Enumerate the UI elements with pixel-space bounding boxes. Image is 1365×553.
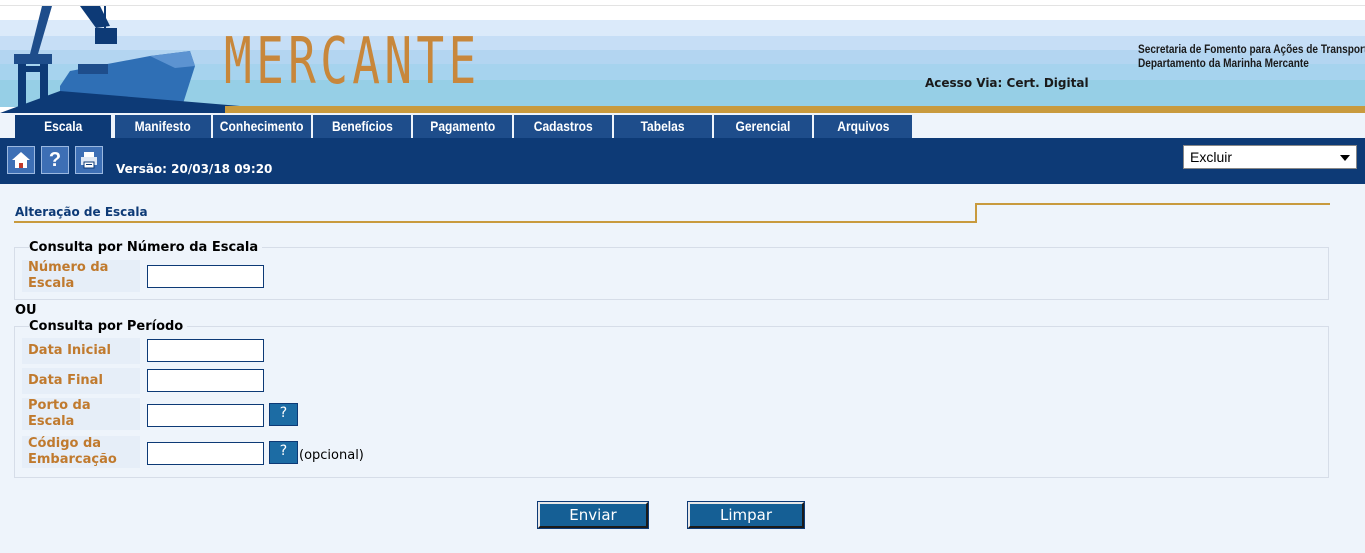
port-input[interactable] [147, 404, 264, 427]
port-lookup-button[interactable]: ? [269, 403, 298, 426]
toolbar: ? Versão: 20/03/18 09:20 Excluir [0, 138, 1365, 184]
title-line-upper [975, 203, 1330, 205]
print-icon [81, 152, 97, 169]
main-tabs: Escala Manifesto Conhecimento Benefícios… [0, 113, 1365, 138]
ministry-line-1: Secretaria de Fomento para Ações de Tran… [1138, 42, 1365, 56]
help-icon: ? [48, 149, 62, 171]
port-label: Porto da Escala [22, 398, 140, 430]
tab-manifesto[interactable]: Manifesto [115, 115, 213, 138]
start-date-input[interactable] [147, 339, 264, 362]
or-label: OU [15, 303, 37, 318]
tab-gerencial[interactable]: Gerencial [714, 115, 814, 138]
tab-escala[interactable]: Escala [15, 115, 113, 138]
print-button[interactable] [75, 146, 103, 174]
header-banner: MERCANTE Secretaria de Fomento para Açõe… [0, 0, 1365, 113]
action-select-value: Excluir [1190, 149, 1233, 165]
ministry-line-2: Departamento da Marinha Mercante [1138, 56, 1309, 70]
optional-note: (opcional) [299, 448, 364, 463]
banner-gold-bar [225, 106, 1365, 113]
submit-button[interactable]: Enviar [537, 501, 649, 529]
home-button[interactable] [7, 146, 35, 174]
end-date-label: Data Final [22, 368, 140, 394]
escala-number-input[interactable] [147, 265, 264, 288]
start-date-label: Data Inicial [22, 338, 140, 364]
home-icon [12, 152, 30, 168]
page-title: Alteração de Escala [15, 205, 148, 219]
clear-button[interactable]: Limpar [687, 501, 805, 529]
ministry-name: Secretaria de Fomento para Ações de Tran… [1138, 42, 1365, 70]
ship-crane-logo-icon [0, 6, 240, 113]
access-mode: Acesso Via: Cert. Digital [925, 76, 1089, 90]
tab-arquivos[interactable]: Arquivos [814, 115, 914, 138]
title-underline [14, 221, 977, 223]
vessel-code-label: Código da Embarcação [22, 436, 140, 468]
end-date-input[interactable] [147, 369, 264, 392]
tab-tabelas[interactable]: Tabelas [614, 115, 714, 138]
tab-conhecimento[interactable]: Conhecimento [213, 115, 313, 138]
escala-number-label: Número da Escala [22, 260, 140, 292]
vessel-code-input[interactable] [147, 442, 264, 465]
version-label: Versão: 20/03/18 09:20 [116, 162, 273, 176]
period-search-legend: Consulta por Período [29, 319, 188, 334]
vessel-lookup-button[interactable]: ? [269, 441, 298, 464]
title-line-step [975, 203, 977, 223]
action-select[interactable]: Excluir [1183, 145, 1357, 169]
help-button[interactable]: ? [41, 146, 69, 174]
tab-cadastros[interactable]: Cadastros [514, 115, 614, 138]
chevron-down-icon [1340, 155, 1350, 161]
mercante-logo: MERCANTE [224, 25, 481, 99]
number-search-legend: Consulta por Número da Escala [29, 240, 263, 255]
tab-pagamento[interactable]: Pagamento [413, 115, 514, 138]
tab-beneficios[interactable]: Benefícios [313, 115, 413, 138]
